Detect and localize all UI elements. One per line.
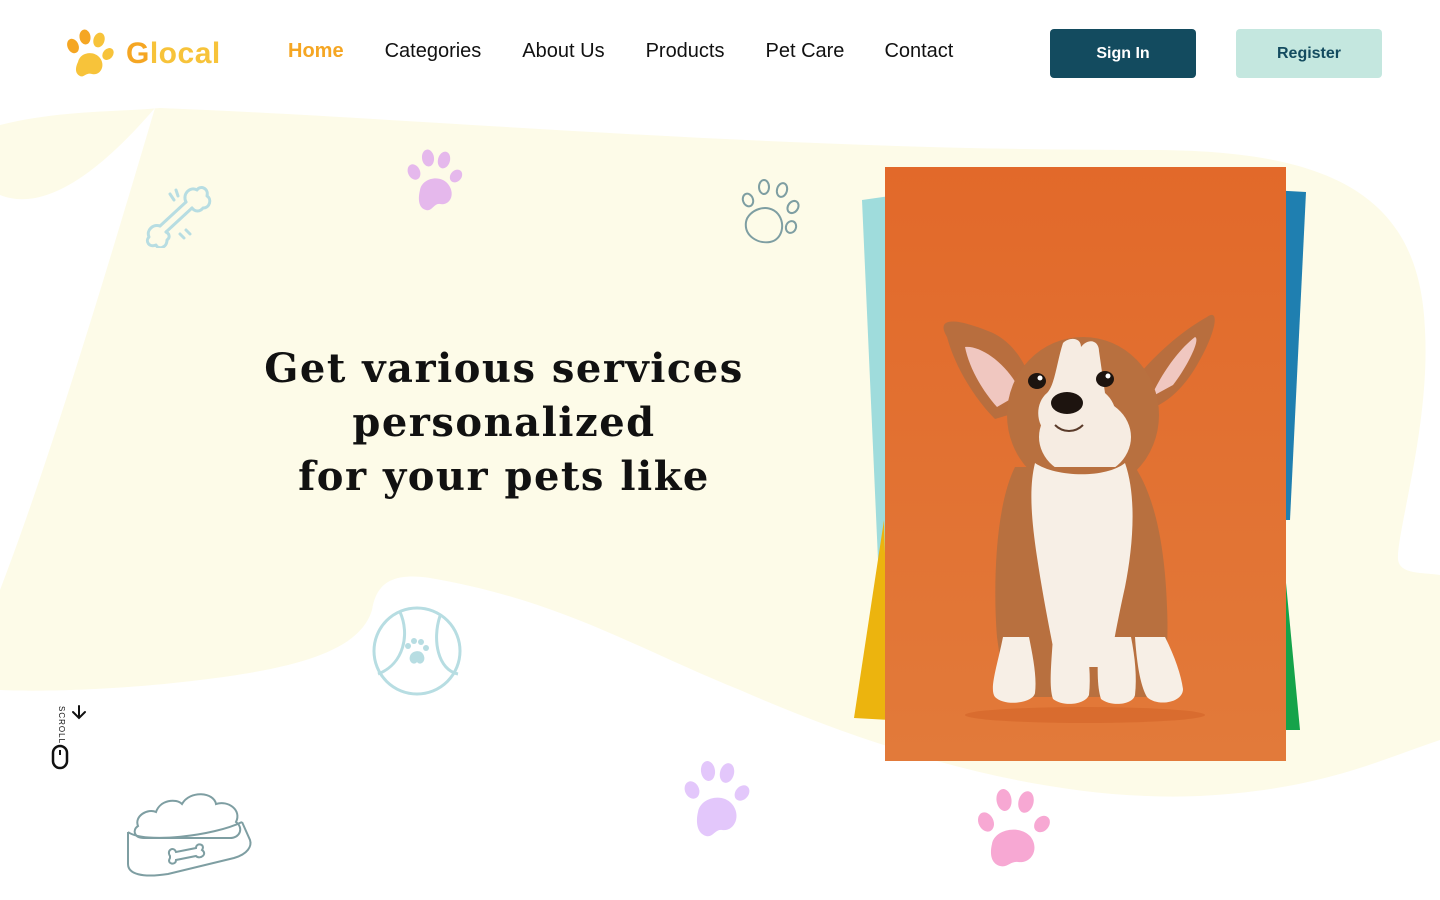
paw-logo-icon [67, 29, 114, 77]
bone-icon [145, 186, 212, 248]
ball-icon [372, 606, 462, 696]
hero-title-line-2: for your pets like [298, 453, 710, 500]
nav-item-categories[interactable]: Categories [385, 40, 482, 63]
main-nav: Home Categories About Us Products Pet Ca… [288, 40, 953, 63]
scroll-indicator[interactable] [48, 700, 94, 772]
hero-photo-stack [850, 160, 1320, 770]
brand-logo[interactable]: Glocal [64, 28, 221, 80]
paw-print-icon-purple [684, 761, 750, 837]
paw-outline-icon [741, 179, 800, 244]
nav-item-home[interactable]: Home [288, 40, 344, 63]
sign-in-button[interactable]: Sign In [1050, 29, 1196, 78]
brand-name: Glocal [126, 37, 221, 71]
nav-item-products[interactable]: Products [646, 40, 725, 63]
nav-item-contact[interactable]: Contact [884, 40, 953, 63]
paw-print-icon-pink [977, 789, 1050, 867]
register-button[interactable]: Register [1236, 29, 1382, 78]
hero-title: Get various services personalized for yo… [150, 342, 858, 504]
paw-print-icon [407, 149, 463, 211]
site-header: Glocal Home Categories About Us Products… [0, 0, 1440, 106]
mouse-scroll-icon [51, 705, 86, 770]
brand-name-first: G [126, 37, 150, 70]
scroll-label: SCROLL [57, 706, 66, 745]
corgi-puppy-photo [885, 167, 1286, 761]
nav-item-about-us[interactable]: About Us [522, 40, 604, 63]
food-bowl-icon [127, 793, 252, 877]
hero-title-line-1: Get various services personalized [264, 345, 744, 446]
nav-item-pet-care[interactable]: Pet Care [766, 40, 845, 63]
brand-name-rest: local [149, 37, 221, 70]
